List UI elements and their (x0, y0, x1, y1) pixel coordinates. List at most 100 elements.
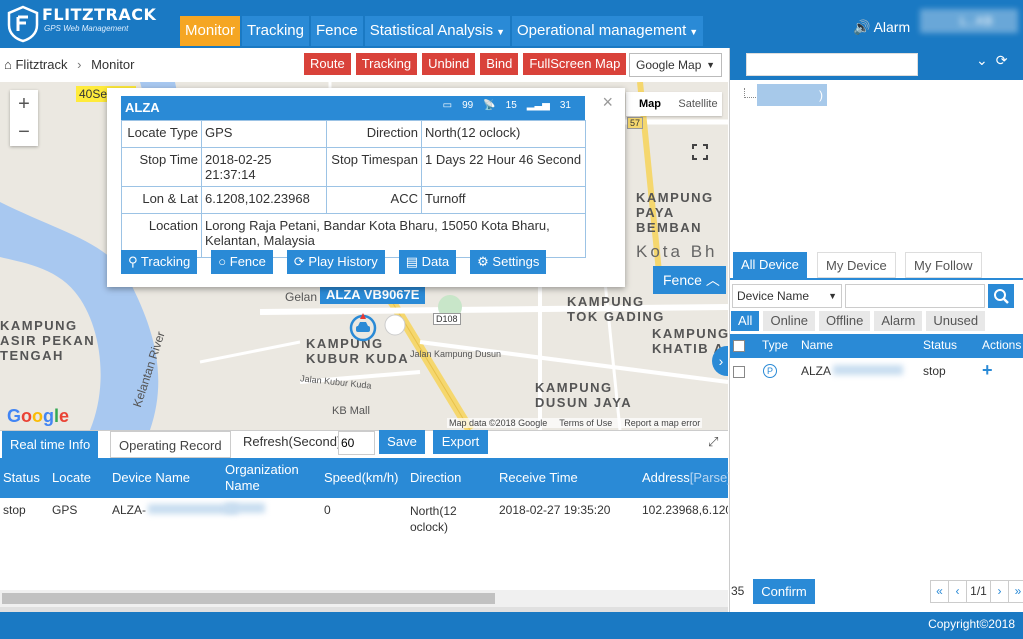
col-locate[interactable]: Locate (52, 470, 91, 485)
zoom-out-button[interactable]: − (10, 118, 38, 146)
device-filter-select[interactable]: Device Name ▼ (732, 284, 842, 308)
last-page-icon[interactable]: » (1009, 581, 1023, 602)
map-type-satellite[interactable]: Satellite (674, 92, 722, 116)
horizontal-scrollbar[interactable] (0, 590, 728, 607)
map-credits: Map data ©2018 Google Terms of Use Repor… (447, 418, 703, 428)
export-button[interactable]: Export (433, 430, 488, 454)
route-button[interactable]: Route (304, 53, 351, 75)
report-error-link[interactable]: Report a map error (624, 418, 700, 428)
popup-play-history-button[interactable]: ⟳ Play History (286, 250, 385, 274)
close-icon[interactable]: × (602, 92, 613, 113)
col-address[interactable]: Address[Parse] (642, 470, 731, 485)
fullscreen-icon[interactable] (690, 142, 710, 162)
info-value: North(12 oclock) (421, 120, 586, 148)
refresh-icon[interactable]: ⟳ (996, 52, 1008, 69)
device-list-item[interactable]: P ALZA stop + (730, 360, 1023, 384)
unbind-button[interactable]: Unbind (422, 53, 476, 75)
col-device-name[interactable]: Device Name (112, 470, 190, 485)
user-menu[interactable]: L...KB (920, 9, 1018, 33)
zoom-in-button[interactable]: + (10, 90, 38, 118)
tracking-button[interactable]: Tracking (355, 53, 418, 75)
scrollbar-thumb[interactable] (2, 593, 495, 604)
nav-statistical-analysis[interactable]: Statistical Analysis ▼ (364, 16, 511, 46)
table-row[interactable]: stop GPS ALZA- 0 North(12 oclock) 2018-0… (0, 498, 728, 538)
device-list-header: Type Name Status Actions (730, 334, 1023, 358)
device-name[interactable]: ALZA (801, 364, 904, 378)
info-value: 2018-02-25 21:37:14 (201, 147, 327, 187)
chevron-down-icon[interactable]: ⌄ (976, 52, 988, 69)
confirm-button[interactable]: Confirm (753, 579, 815, 604)
device-search-input[interactable] (845, 284, 985, 308)
page-size-value[interactable]: 35 (731, 584, 744, 598)
fullscreen-map-button[interactable]: FullScreen Map (523, 53, 627, 75)
parse-link[interactable]: [Parse] (690, 470, 731, 485)
nav-monitor-label: Monitor (185, 22, 236, 39)
tree-connector (744, 88, 756, 98)
home-icon: ⌂ (4, 57, 12, 72)
popup-fence-button[interactable]: ○ Fence (211, 250, 273, 274)
tab-real-time-info[interactable]: Real time Info (2, 431, 99, 458)
filter-online[interactable]: Online (763, 311, 816, 331)
nav-fence[interactable]: Fence (311, 16, 363, 46)
select-all-checkbox[interactable] (733, 340, 745, 352)
cell-address: 102.23968,6.120 (642, 503, 728, 517)
vehicle-marker-label[interactable]: ALZA VB9067E (320, 285, 426, 304)
popup-data-button[interactable]: ▤ Data (398, 250, 457, 274)
google-logo: Google (7, 406, 70, 426)
terms-link[interactable]: Terms of Use (559, 418, 612, 428)
filter-unused[interactable]: Unused (926, 311, 986, 331)
tab-my-follow[interactable]: My Follow (905, 252, 982, 278)
device-tree-search-input[interactable] (746, 53, 918, 76)
shield-logo-icon (7, 5, 39, 43)
alarm-button[interactable]: 🔊 Alarm (853, 19, 910, 36)
breadcrumb-home[interactable]: Flitztrack (15, 57, 67, 72)
info-key: Lon & Lat (121, 186, 202, 214)
top-header: FLITZTRACK GPS Web Management Monitor Tr… (0, 0, 1023, 48)
nav-monitor[interactable]: Monitor (180, 16, 241, 46)
satellite-value: 15 (505, 100, 517, 111)
filter-offline[interactable]: Offline (819, 311, 871, 331)
tree-toolbar: ⌄ ⟳ (976, 52, 1007, 69)
signal-value: 31 (559, 100, 571, 111)
col-direction[interactable]: Direction (410, 470, 461, 485)
road-shield: D108 (433, 313, 461, 325)
expand-icon[interactable]: ⤢ (708, 434, 718, 450)
map-provider-select[interactable]: Google Map ▼ (629, 53, 722, 77)
bind-button[interactable]: Bind (480, 53, 519, 75)
filter-alarm[interactable]: Alarm (874, 311, 923, 331)
map-label: KAMPUNG TOK GADING (567, 294, 665, 324)
gear-icon: ⚙ (477, 254, 493, 269)
nav-operational-management[interactable]: Operational management ▼ (512, 16, 704, 46)
battery-icon: ▭ (442, 100, 453, 111)
device-search-button[interactable] (988, 284, 1014, 308)
popup-settings-button[interactable]: ⚙ Settings (470, 250, 547, 274)
tab-operating-record[interactable]: Operating Record (110, 431, 231, 458)
tree-node-group[interactable]: ) (757, 84, 827, 106)
parking-icon: P (763, 364, 777, 378)
first-page-icon[interactable]: « (931, 581, 949, 602)
next-page-icon[interactable]: › (991, 581, 1009, 602)
cell-org (225, 503, 265, 513)
refresh-seconds-input[interactable] (338, 431, 375, 455)
popup-tracking-button[interactable]: ⚲ Tracking (121, 250, 198, 274)
speaker-icon: 🔊 (853, 19, 871, 35)
car-icon[interactable] (348, 313, 378, 343)
device-checkbox[interactable] (733, 366, 745, 378)
fence-toggle-button[interactable]: Fence ︿ (653, 266, 726, 294)
save-button[interactable]: Save (379, 430, 425, 454)
col-receive-time[interactable]: Receive Time (499, 470, 578, 485)
add-icon[interactable]: + (982, 360, 993, 381)
col-speed[interactable]: Speed(km/h) (324, 470, 398, 485)
nav-fence-label: Fence (316, 22, 358, 39)
nav-operational-management-label: Operational management (517, 22, 687, 39)
col-status[interactable]: Status (3, 470, 40, 485)
map-type-map[interactable]: Map (626, 92, 674, 116)
prev-page-icon[interactable]: ‹ (949, 581, 967, 602)
col-organization-name[interactable]: Organization Name (225, 462, 325, 494)
brand-logo[interactable]: FLITZTRACK GPS Web Management (4, 3, 156, 45)
tab-my-device[interactable]: My Device (817, 252, 896, 278)
nav-tracking[interactable]: Tracking (242, 16, 309, 46)
filter-all[interactable]: All (731, 311, 760, 331)
tab-all-device[interactable]: All Device (733, 252, 807, 278)
road-shield: 57 (627, 117, 644, 129)
